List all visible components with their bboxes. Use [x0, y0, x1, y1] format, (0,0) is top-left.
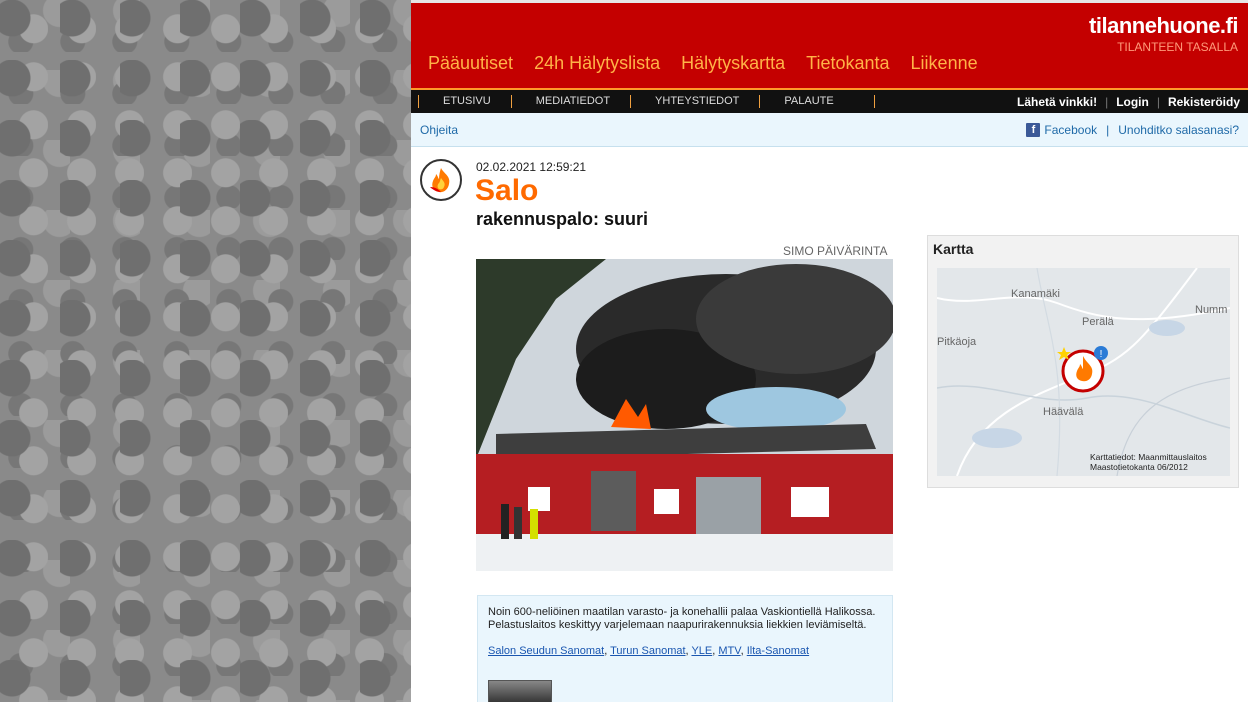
- divider: |: [1105, 94, 1109, 109]
- secondary-nav: ETUSIVU MEDIATIEDOT YHTEYSTIEDOT PALAUTE: [418, 95, 875, 108]
- secondary-nav-bar: ETUSIVU MEDIATIEDOT YHTEYSTIEDOT PALAUTE…: [411, 88, 1248, 113]
- article-content: 02.02.2021 12:59:21 Salo rakennuspalo: s…: [411, 147, 1248, 702]
- help-link[interactable]: Ohjeita: [420, 123, 458, 137]
- nav-liikenne[interactable]: Liikenne: [911, 53, 978, 74]
- site-logo[interactable]: tilannehuone.fi TILANTEEN TASALLA: [1089, 13, 1238, 54]
- forgot-password-link[interactable]: Unohditko salasanasi?: [1118, 123, 1239, 137]
- subnav-mediatiedot[interactable]: MEDIATIEDOT: [510, 95, 630, 108]
- nav-halytyskartta[interactable]: Hälytyskartta: [681, 53, 785, 74]
- source-link[interactable]: Salon Seudun Sanomat: [488, 645, 604, 657]
- page: tilannehuone.fi TILANTEEN TASALLA Pääuut…: [411, 0, 1248, 702]
- subnav-yhteystiedot[interactable]: YHTEYSTIEDOT: [630, 95, 759, 108]
- map-credit-line: Maastotietokanta 06/2012: [1090, 462, 1188, 472]
- login-link[interactable]: Login: [1116, 95, 1149, 109]
- facebook-link[interactable]: Facebook: [1044, 123, 1097, 137]
- facebook-icon[interactable]: f: [1026, 122, 1041, 137]
- source-link[interactable]: MTV: [718, 645, 740, 657]
- info-bar: Ohjeita f Facebook | Unohditko salasanas…: [411, 113, 1248, 147]
- map-title: Kartta: [933, 241, 974, 257]
- info-right: f Facebook | Unohditko salasanasi?: [1026, 122, 1239, 137]
- divider: |: [1156, 94, 1160, 109]
- map-panel: Kartta ! Kanamäki Perälä Numm Pitkäoja H…: [927, 235, 1239, 488]
- source-link[interactable]: YLE: [691, 645, 712, 657]
- fire-photo[interactable]: [476, 259, 893, 571]
- alert-timestamp: 02.02.2021 12:59:21: [476, 160, 587, 174]
- map-place-label: Kanamäki: [1011, 288, 1060, 300]
- register-link[interactable]: Rekisteröidy: [1168, 95, 1240, 109]
- subnav-etusivu[interactable]: ETUSIVU: [418, 95, 511, 108]
- map-place-label: Pitkäoja: [937, 336, 977, 348]
- photo-credit: SIMO PÄIVÄRINTA: [783, 244, 888, 258]
- main-nav: Pääuutiset 24h Hälytyslista Hälytyskartt…: [428, 53, 978, 74]
- source-link[interactable]: Turun Sanomat: [610, 645, 685, 657]
- summary-text: Noin 600-neliöinen maatilan varasto- ja …: [488, 606, 876, 631]
- nav-halytyslista[interactable]: 24h Hälytyslista: [534, 53, 660, 74]
- subnav-palaute[interactable]: PALAUTE: [759, 95, 875, 108]
- alert-summary: Noin 600-neliöinen maatilan varasto- ja …: [477, 595, 893, 702]
- location-map[interactable]: ! Kanamäki Perälä Numm Pitkäoja Häävälä …: [937, 268, 1230, 476]
- nav-paauutiset[interactable]: Pääuutiset: [428, 53, 513, 74]
- nav-tietokanta[interactable]: Tietokanta: [806, 53, 889, 74]
- map-place-label: Perälä: [1082, 316, 1114, 328]
- map-credit-line: Karttatiedot: Maanmittauslaitos: [1090, 452, 1207, 462]
- brand-name: tilannehuone.fi: [1089, 13, 1238, 38]
- send-tip-link[interactable]: Lähetä vinkki!: [1017, 95, 1097, 109]
- source-thumbnail[interactable]: [488, 680, 552, 702]
- map-credit: Karttatiedot: Maanmittauslaitos Maastoti…: [1090, 452, 1207, 472]
- alert-type: rakennuspalo: suuri: [476, 209, 649, 229]
- map-place-label: Numm: [1195, 304, 1228, 316]
- fire-icon: [420, 159, 462, 201]
- news-sources: Salon Seudun Sanomat, Turun Sanomat, YLE…: [488, 645, 810, 657]
- source-link[interactable]: Ilta-Sanomat: [747, 645, 809, 657]
- svg-text:!: !: [1100, 349, 1103, 360]
- site-header: tilannehuone.fi TILANTEEN TASALLA Pääuut…: [411, 0, 1248, 88]
- map-place-label: Häävälä: [1043, 406, 1084, 418]
- brand-tagline: TILANTEEN TASALLA: [1117, 40, 1238, 54]
- divider: |: [1106, 122, 1110, 137]
- account-links: Lähetä vinkki! | Login | Rekisteröidy: [1017, 95, 1248, 109]
- alert-city: Salo: [475, 174, 539, 207]
